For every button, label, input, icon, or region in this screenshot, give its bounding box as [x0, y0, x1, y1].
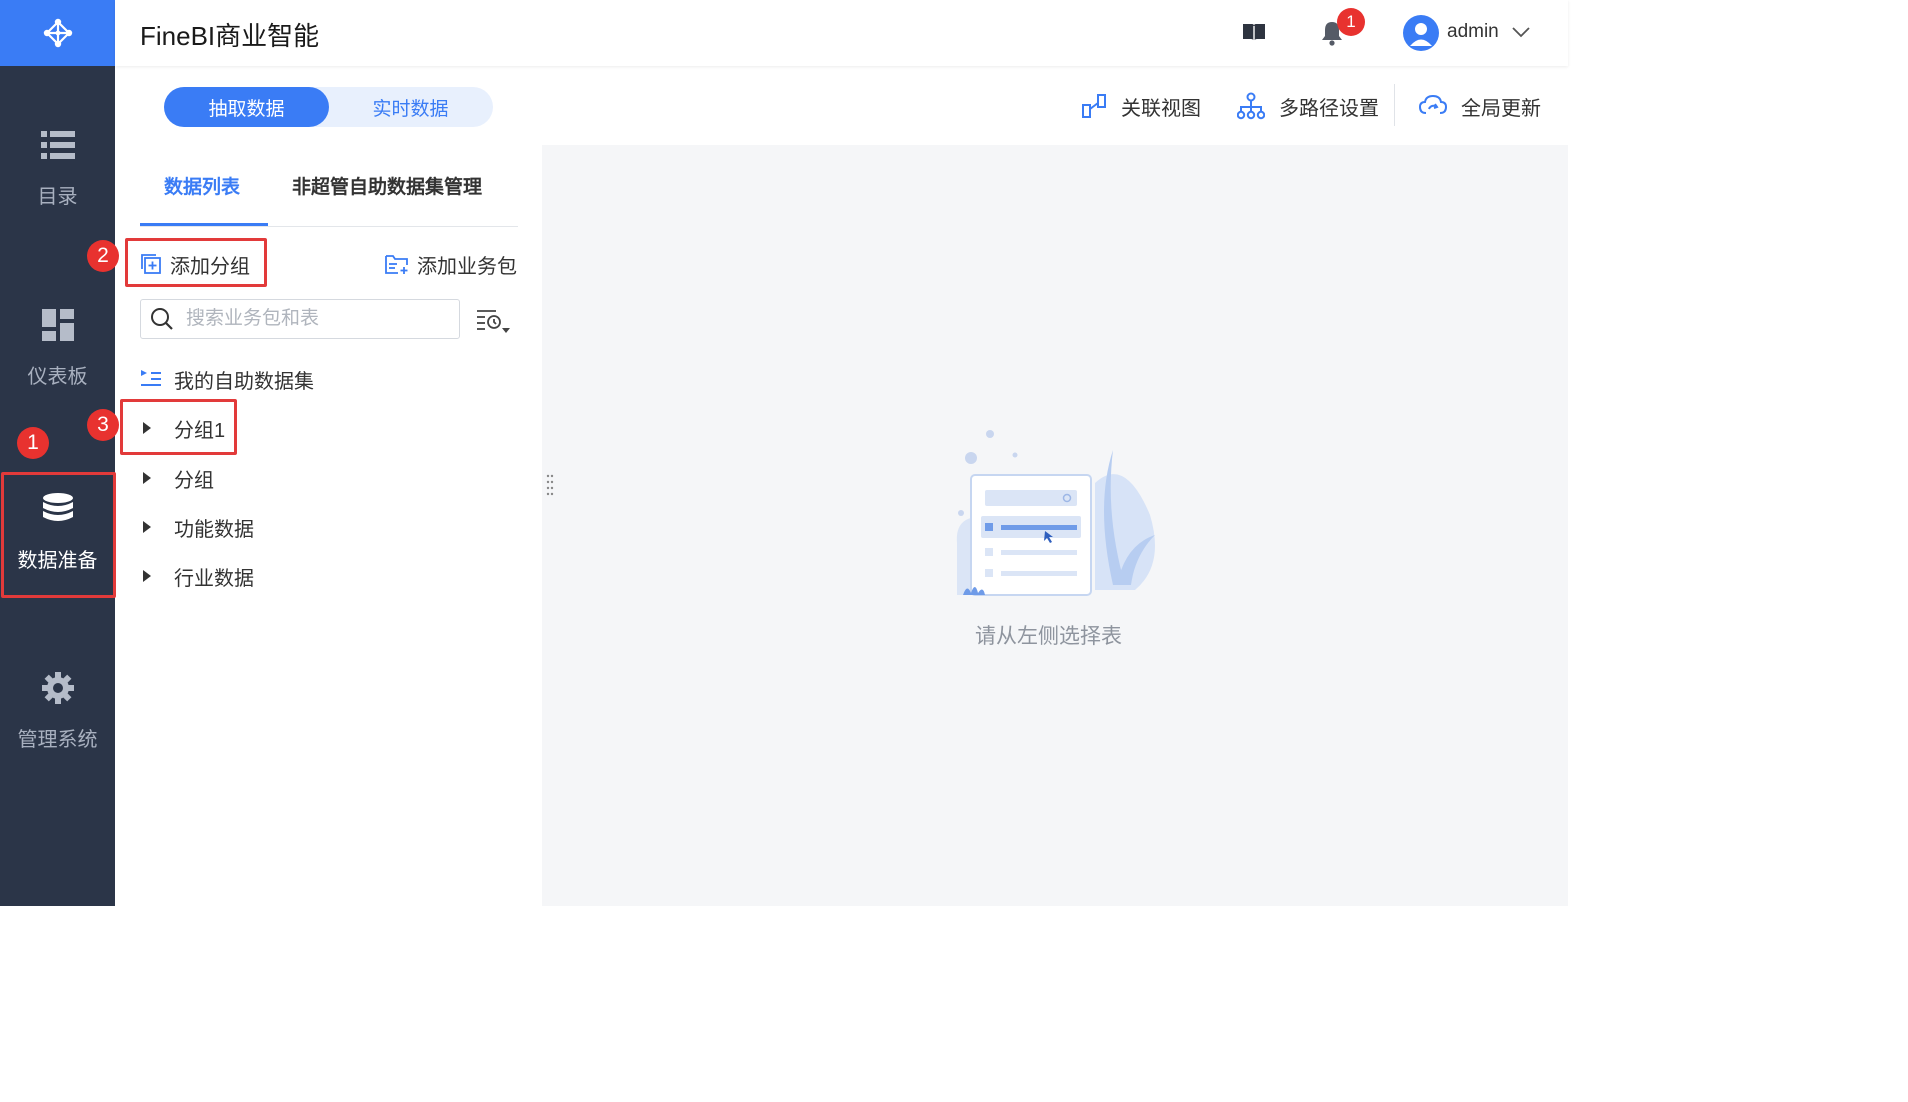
- nav-item-admin[interactable]: 管理系统: [0, 645, 115, 775]
- nav-item-catalog[interactable]: 目录: [0, 102, 115, 232]
- empty-state-illustration: [945, 425, 1165, 610]
- cloud-refresh-icon: [1419, 94, 1447, 114]
- add-folder-icon: [385, 255, 408, 274]
- nav-label-data-prep: 数据准备: [17, 550, 98, 572]
- group-label: 行业数据: [174, 567, 254, 590]
- tab-realtime-data[interactable]: 实时数据: [328, 87, 493, 127]
- group-label: 分组: [174, 469, 214, 492]
- multipath-settings-label: 多路径设置: [1279, 97, 1379, 120]
- related-view-icon: [1082, 94, 1106, 118]
- group-item[interactable]: 分组1: [140, 412, 225, 444]
- add-group-label: 添加分组: [170, 255, 250, 278]
- app-logo[interactable]: [0, 0, 115, 66]
- top-header: FineBI商业智能 1 admin: [115, 0, 1568, 66]
- empty-state-message: 请从左侧选择表: [975, 625, 1122, 648]
- nav-item-dashboard[interactable]: 仪表板: [0, 282, 115, 412]
- related-view-button[interactable]: 关联视图: [1081, 89, 1201, 123]
- my-dataset-item[interactable]: 我的自助数据集: [140, 363, 314, 395]
- user-icon: [1410, 23, 1432, 46]
- hierarchy-icon: [1237, 92, 1265, 120]
- nav-item-data-prep[interactable]: 数据准备: [0, 466, 115, 596]
- nav-label-admin: 管理系统: [17, 729, 98, 751]
- logo-icon: [43, 18, 72, 48]
- global-update-label: 全局更新: [1461, 97, 1541, 120]
- add-square-icon: [141, 254, 161, 274]
- tab-data-list[interactable]: 数据列表: [164, 172, 240, 199]
- add-package-label: 添加业务包: [417, 255, 517, 278]
- group-item[interactable]: 行业数据: [140, 560, 254, 592]
- annotation-marker: 1: [17, 427, 49, 459]
- search-box: [140, 299, 460, 339]
- list-icon: [40, 128, 75, 162]
- group-item[interactable]: 功能数据: [140, 511, 254, 543]
- caret-right-icon[interactable]: [140, 520, 174, 534]
- data-mode-switch: 抽取数据 实时数据: [164, 87, 493, 127]
- add-group-button[interactable]: 添加分组: [140, 249, 250, 279]
- dataset-list-icon: [140, 369, 174, 389]
- global-update-button[interactable]: 全局更新: [1419, 89, 1541, 123]
- sort-filter-icon[interactable]: [476, 305, 512, 342]
- search-input[interactable]: [186, 308, 436, 330]
- chevron-down-icon[interactable]: [1511, 25, 1531, 43]
- group-label: 分组1: [174, 419, 226, 442]
- left-nav: 目录 仪表板 数据准备 管理系统: [0, 0, 115, 906]
- toolbar-divider: [1394, 84, 1395, 126]
- help-book-icon[interactable]: [1242, 22, 1266, 47]
- related-view-label: 关联视图: [1121, 97, 1201, 120]
- nav-label-catalog: 目录: [37, 186, 78, 208]
- database-icon: [41, 492, 75, 526]
- app-title: FineBI商业智能: [140, 21, 320, 51]
- group-item[interactable]: 分组: [140, 462, 214, 494]
- multipath-settings-button[interactable]: 多路径设置: [1237, 89, 1379, 123]
- tab-nonadmin-dataset-mgmt[interactable]: 非超管自助数据集管理: [292, 172, 482, 199]
- app-root: 目录 仪表板 数据准备 管理系统 FineBI商业智能 1 admin 抽取数据…: [0, 0, 1568, 906]
- search-icon: [151, 308, 173, 330]
- tab-divider: [140, 226, 518, 227]
- add-package-button[interactable]: 添加业务包: [385, 249, 517, 279]
- my-dataset-label: 我的自助数据集: [174, 370, 314, 393]
- tab-extract-data[interactable]: 抽取数据: [164, 87, 329, 127]
- drag-handle-icon[interactable]: [546, 474, 554, 503]
- annotation-marker: 2: [87, 240, 119, 272]
- notification-badge: 1: [1337, 8, 1365, 36]
- dashboard-icon: [41, 308, 75, 342]
- user-name[interactable]: admin: [1447, 21, 1499, 43]
- nav-label-dashboard: 仪表板: [27, 366, 88, 388]
- avatar[interactable]: [1403, 15, 1439, 51]
- group-label: 功能数据: [174, 518, 254, 541]
- annotation-marker: 3: [87, 409, 119, 441]
- caret-right-icon[interactable]: [140, 471, 174, 485]
- gear-icon: [41, 671, 75, 705]
- caret-right-icon[interactable]: [140, 569, 174, 583]
- caret-right-icon[interactable]: [140, 421, 174, 435]
